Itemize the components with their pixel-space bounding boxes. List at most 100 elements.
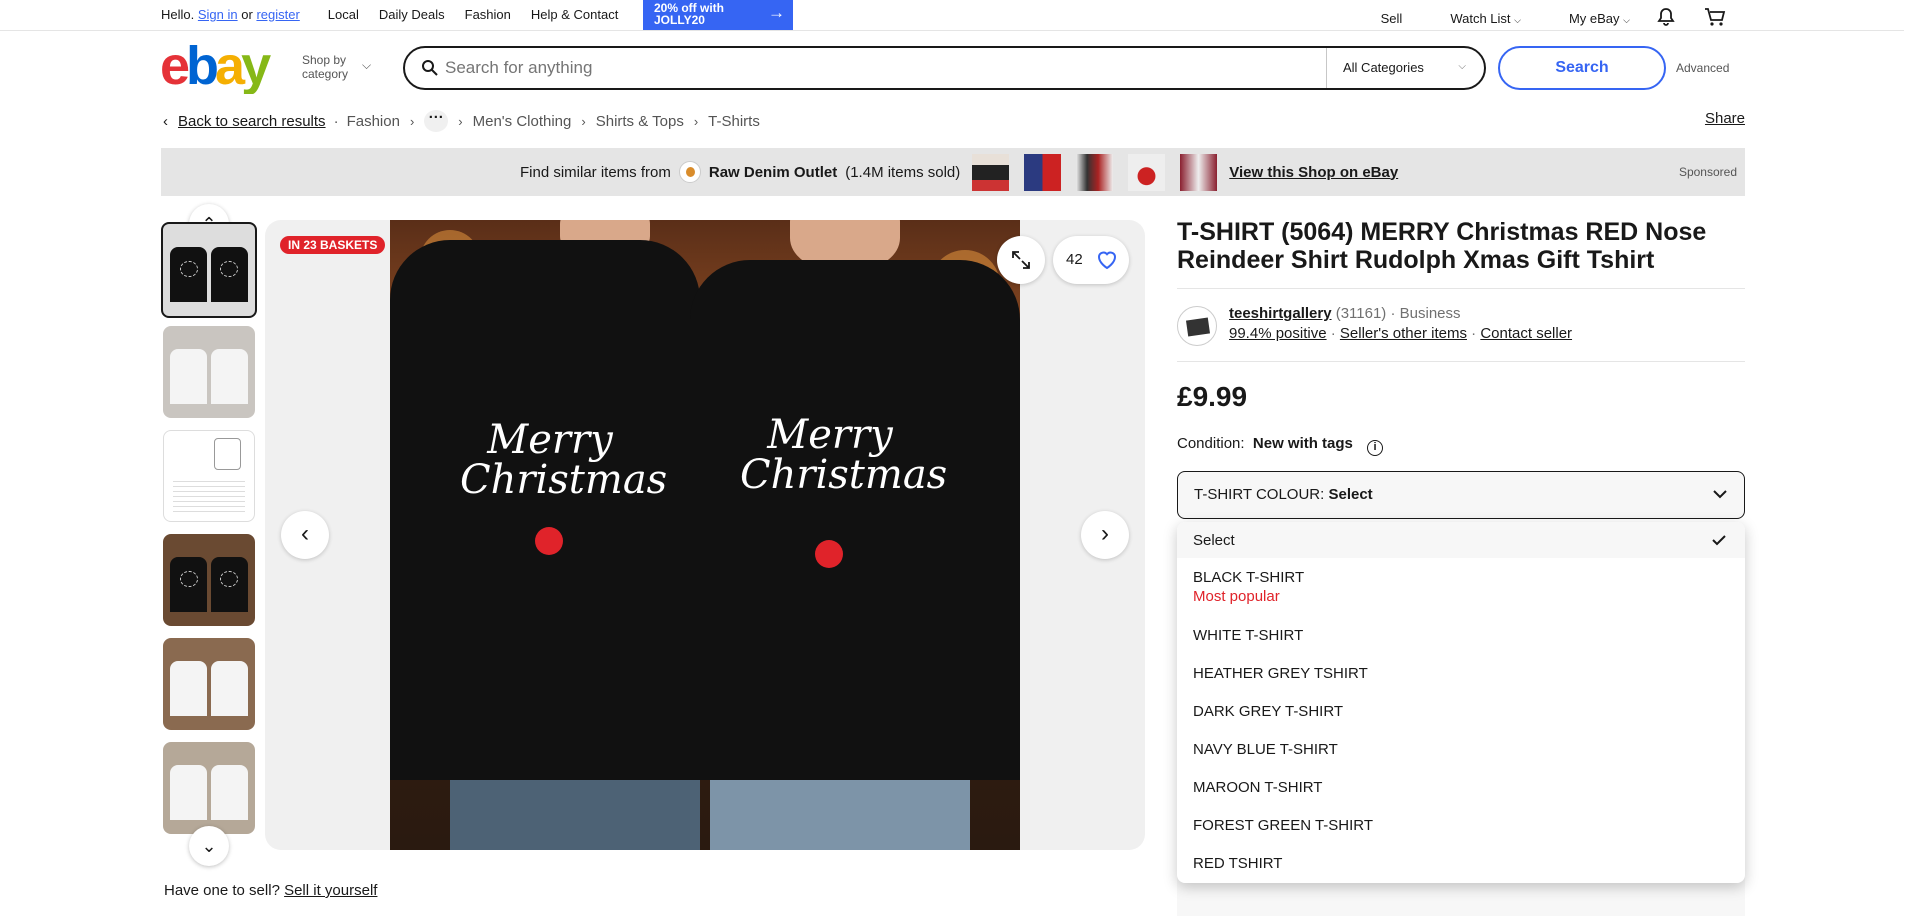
banner-prefix: Find similar items from [520,163,671,181]
nav-local[interactable]: Local [328,7,359,22]
seller-line-2: 99.4% positive · Seller's other items · … [1229,325,1572,342]
colour-select-label: T-SHIRT COLOUR: [1194,486,1325,503]
back-to-results-link[interactable]: Back to search results [178,113,326,130]
info-icon[interactable]: i [1367,440,1384,456]
option-black-t-shirt[interactable]: BLACK T-SHIRT Most popular [1177,568,1745,606]
separator-dot: · [333,112,339,130]
nav-daily-deals[interactable]: Daily Deals [379,7,445,22]
main-image[interactable]: Merry Christmas Merry Christmas IN 23 BA… [265,220,1145,850]
store-banner[interactable]: Find similar items from Raw Denim Outlet… [161,148,1745,196]
register-link[interactable]: register [256,7,299,22]
breadcrumb-shirts-tops[interactable]: Shirts & Tops [596,113,684,130]
store-thumbnail[interactable] [1180,153,1218,191]
expand-button[interactable] [997,236,1045,284]
breadcrumb-t-shirts[interactable]: T-Shirts [708,113,760,130]
view-shop-link[interactable]: View this Shop on eBay [1229,164,1398,181]
seller-positive-link[interactable]: 99.4% positive [1229,325,1327,342]
nav-watch-list[interactable]: Watch List ⌵ [1426,11,1521,26]
chevron-right-icon: › [693,113,699,129]
option-red-tshirt[interactable]: RED TSHIRT [1177,855,1745,872]
sign-in-link[interactable]: Sign in [198,7,238,22]
thumbnail-1[interactable] [161,222,257,318]
thumbnail-6[interactable] [163,742,255,834]
chevron-right-icon: › [458,113,463,129]
watch-list-label: Watch List [1450,11,1511,26]
promo-banner[interactable]: 20% off with JOLLY20 → [643,0,793,30]
nav-my-ebay[interactable]: My eBay ⌵ [1545,11,1630,26]
seller-avatar[interactable] [1177,306,1217,346]
nav-help-contact[interactable]: Help & Contact [531,7,618,22]
image-prev-button[interactable]: ‹ [281,511,329,559]
option-dark-grey-t-shirt[interactable]: DARK GREY T-SHIRT [1177,703,1745,720]
expand-icon [1012,251,1030,269]
breadcrumb: ‹ Back to search results · Fashion › ···… [163,110,760,132]
shop-by-category-label: Shop by category [302,53,349,81]
seller-type: Business [1399,305,1461,322]
separator-dot: · [1390,305,1396,322]
colour-select[interactable]: T-SHIRT COLOUR: Select [1177,471,1745,519]
shirt-print-right: Merry Christmas [740,412,948,498]
nav-sell[interactable]: Sell [1381,11,1403,26]
bell-icon[interactable] [1656,7,1676,30]
shirt-print-left: Merry Christmas [460,417,668,503]
breadcrumb-fashion[interactable]: Fashion [347,113,400,130]
store-thumbnail[interactable] [1076,153,1114,191]
thumbnail-4[interactable] [163,534,255,626]
option-label: DARK GREY T-SHIRT [1193,703,1344,720]
svg-text:ebay: ebay [160,42,271,94]
seller-other-items-link[interactable]: Seller's other items [1340,325,1467,342]
option-maroon-t-shirt[interactable]: MAROON T-SHIRT [1177,779,1745,796]
shop-by-category[interactable]: Shop by category ⌵ [302,53,371,81]
option-forest-green-t-shirt[interactable]: FOREST GREEN T-SHIRT [1177,817,1745,834]
logo-letter: y [241,42,271,94]
thumbnail-next-button[interactable]: ⌄ [189,826,229,866]
product-photo: Merry Christmas Merry Christmas [390,220,1020,850]
chevron-right-icon: › [409,113,415,129]
chevron-down-icon: ⌵ [362,58,372,72]
chevron-down-icon: ⌵ [1623,15,1630,25]
contact-seller-link[interactable]: Contact seller [1480,325,1572,342]
colour-select-value: Select [1328,486,1373,503]
image-next-button[interactable]: › [1081,511,1129,559]
sponsored-label: Sponsored [1678,165,1737,179]
top-nav-right: Sell Watch List ⌵ My eBay ⌵ [1381,7,1726,30]
option-label: WHITE T-SHIRT [1193,627,1304,644]
option-label: HEATHER GREY TSHIRT [1193,665,1368,682]
search-button[interactable]: Search [1498,46,1666,90]
option-white-t-shirt[interactable]: WHITE T-SHIRT [1177,627,1745,644]
logo-letter: e [160,42,189,94]
store-thumbnail[interactable] [972,153,1010,191]
chevron-left-icon[interactable]: ‹ [163,113,168,130]
more-icon[interactable]: ··· [424,110,449,132]
store-thumbnail[interactable] [1128,153,1166,191]
store-thumbnail[interactable] [1024,153,1062,191]
baskets-badge: IN 23 BASKETS [280,236,386,254]
advanced-search-link[interactable]: Advanced [1676,61,1729,75]
condition: Condition: New with tags i [1177,435,1384,456]
colour-listbox: Select BLACK T-SHIRT Most popular WHITE … [1177,522,1745,883]
thumbnail-3[interactable] [163,430,255,522]
chevron-down-icon: ⌵ [1514,15,1521,25]
thumbnail-5[interactable] [163,638,255,730]
top-nav-left: Hello. Sign in or register Local Daily D… [161,7,618,22]
search-input[interactable] [445,56,1305,80]
watch-button[interactable]: 42 [1053,236,1129,284]
ebay-logo[interactable]: ebay [160,36,280,96]
my-ebay-label: My eBay [1568,11,1620,26]
cart-icon[interactable] [1704,7,1726,30]
option-heather-grey-tshirt[interactable]: HEATHER GREY TSHIRT [1177,665,1745,682]
seller-card: teeshirtgallery (31161) · Business 99.4%… [1177,305,1745,347]
checkmark-icon [1712,535,1726,546]
thumbnail-2[interactable] [163,326,255,418]
nav-fashion[interactable]: Fashion [465,7,511,22]
option-label: BLACK T-SHIRT [1193,569,1305,586]
share-link[interactable]: Share [1705,110,1745,127]
seller-name[interactable]: teeshirtgallery [1229,305,1332,322]
category-select[interactable]: All Categories ⌵ [1326,48,1484,88]
breadcrumb-mens-clothing[interactable]: Men's Clothing [473,113,572,130]
separator-dot: · [1330,325,1336,342]
option-navy-blue-t-shirt[interactable]: NAVY BLUE T-SHIRT [1177,741,1745,758]
option-select[interactable]: Select [1177,522,1745,558]
condition-label: Condition: [1177,435,1245,452]
sell-it-yourself-link[interactable]: Sell it yourself [284,882,377,899]
